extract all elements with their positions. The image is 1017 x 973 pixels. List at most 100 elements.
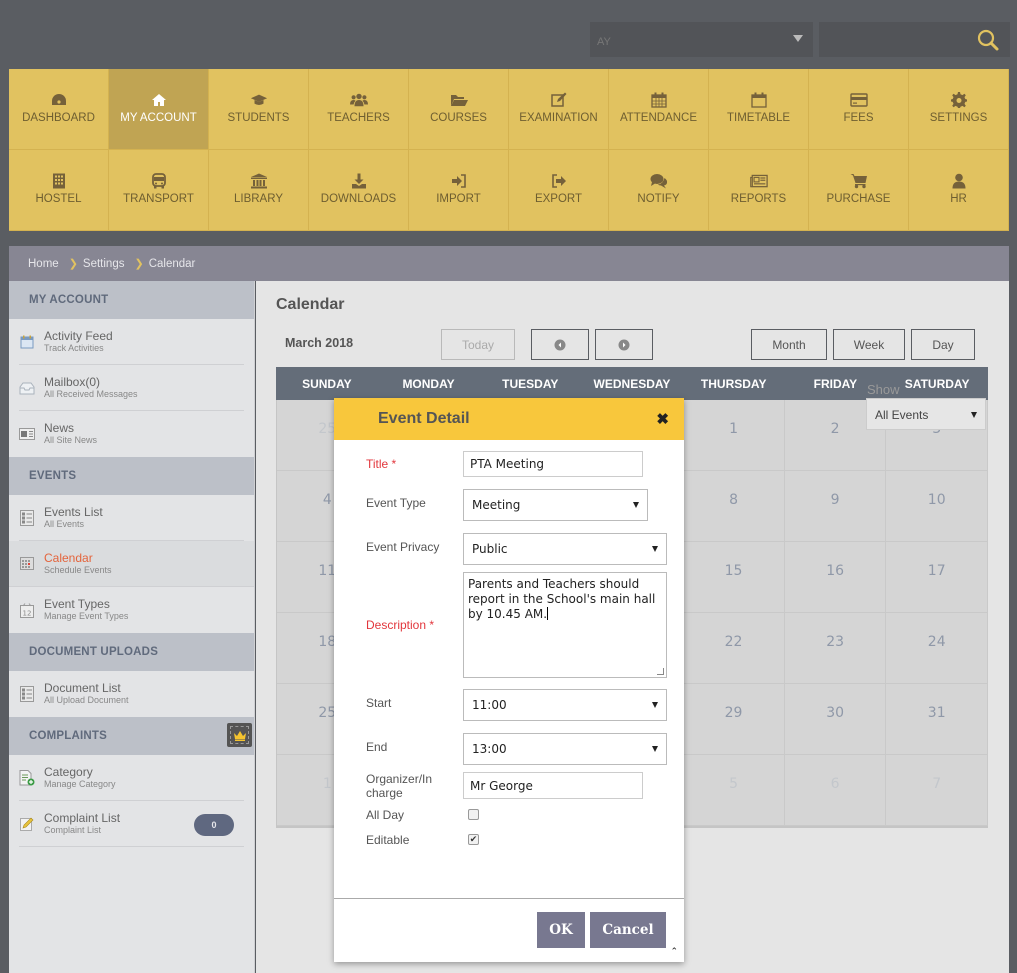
- nav-item-settings[interactable]: SETTINGS: [909, 69, 1009, 150]
- calendar-day-cell[interactable]: 24: [886, 613, 988, 684]
- chevron-up-icon[interactable]: ⌃: [670, 946, 678, 957]
- academic-year-select[interactable]: AY: [590, 22, 813, 57]
- item-subtitle: All Site News: [44, 435, 98, 445]
- event-privacy-select[interactable]: Public: [463, 533, 667, 565]
- nav-item-hostel[interactable]: HOSTEL: [9, 150, 109, 231]
- title-input[interactable]: PTA Meeting: [463, 451, 643, 477]
- close-icon[interactable]: ✖: [656, 410, 669, 428]
- gear-icon-glyph: [950, 92, 967, 108]
- item-title: Calendar: [44, 550, 93, 565]
- calendar-day-cell[interactable]: 1: [683, 400, 785, 471]
- week-view-button[interactable]: Week: [833, 329, 905, 360]
- nav-item-label: EXPORT: [534, 193, 583, 205]
- nav-item-students[interactable]: STUDENTS: [209, 69, 309, 150]
- nav-item-label: IMPORT: [436, 193, 481, 205]
- calendar-day-cell[interactable]: 22: [683, 613, 785, 684]
- calendar-day-cell[interactable]: 8: [683, 471, 785, 542]
- sidebar-item-document-list[interactable]: Document List All Upload Document: [19, 671, 244, 717]
- calendar-day-cell[interactable]: 16: [784, 542, 887, 613]
- crown-button[interactable]: [227, 723, 252, 747]
- sidebar-item-event-types[interactable]: 12 Event Types Manage Event Types: [19, 587, 244, 633]
- sidebar-item-events-list[interactable]: Events List All Events: [19, 495, 244, 541]
- start-time-select[interactable]: 11:00: [463, 689, 667, 721]
- nav-item-fees[interactable]: FEES: [809, 69, 909, 150]
- calendar-day-cell[interactable]: 15: [683, 542, 785, 613]
- today-button[interactable]: Today: [441, 329, 515, 360]
- sidebar-item-mailbox[interactable]: Mailbox(0) All Received Messages: [19, 365, 244, 411]
- nav-item-teachers[interactable]: TEACHERS: [309, 69, 409, 150]
- item-subtitle: All Events: [44, 518, 85, 529]
- day-number: 6: [830, 776, 840, 792]
- organizer-label: Organizer/In charge: [366, 772, 432, 800]
- nav-item-courses[interactable]: COURSES: [409, 69, 509, 150]
- nav-item-hr[interactable]: HR: [909, 150, 1009, 231]
- nav-item-reports[interactable]: REPORTS: [709, 150, 809, 231]
- search-icon[interactable]: [976, 28, 1000, 52]
- newspaper-icon-glyph: [749, 174, 768, 188]
- prev-month-button[interactable]: [531, 329, 589, 360]
- calendar-day-cell[interactable]: 17: [886, 542, 988, 613]
- cart-icon: [850, 173, 868, 189]
- nav-item-purchase[interactable]: PURCHASE: [809, 150, 909, 231]
- text-cursor: [547, 607, 549, 620]
- month-view-button[interactable]: Month: [751, 329, 827, 360]
- nav-item-examination[interactable]: EXAMINATION: [509, 69, 609, 150]
- day-number: 2: [830, 421, 840, 437]
- calendar-day-cell[interactable]: 31: [886, 684, 988, 755]
- sidebar-heading-complaints: COMPLAINTS: [9, 717, 254, 755]
- day-view-button[interactable]: Day: [911, 329, 975, 360]
- sidebar-item-category[interactable]: Category Manage Category: [19, 755, 244, 801]
- nav-item-my-account[interactable]: MY ACCOUNT: [109, 69, 209, 150]
- bus-icon: [150, 173, 168, 189]
- nav-item-downloads[interactable]: DOWNLOADS: [309, 150, 409, 231]
- event-detail-modal: Event Detail ✖ Title * PTA Meeting Event…: [334, 398, 684, 962]
- folder-open-icon: [450, 92, 468, 108]
- start-label: Start: [366, 696, 392, 710]
- nav-item-timetable[interactable]: TIMETABLE: [709, 69, 809, 150]
- nav-item-library[interactable]: LIBRARY: [209, 150, 309, 231]
- crown-icon: [233, 730, 246, 741]
- sidebar-item-calendar[interactable]: Calendar Schedule Events: [9, 541, 254, 587]
- calendar-day-cell[interactable]: 10: [886, 471, 988, 542]
- cancel-button[interactable]: Cancel: [590, 912, 666, 948]
- sidebar-item-news[interactable]: News All Site News: [19, 411, 244, 457]
- item-subtitle: Complaint List: [44, 824, 102, 835]
- next-month-button[interactable]: [595, 329, 653, 360]
- organizer-input[interactable]: Mr George: [463, 772, 643, 799]
- sign-in-icon: [450, 173, 468, 189]
- event-type-select[interactable]: Meeting: [463, 489, 648, 521]
- search-input[interactable]: [819, 22, 1010, 57]
- calendar-day-cell[interactable]: 29: [683, 684, 785, 755]
- chevron-right-circle-icon: [618, 339, 630, 350]
- resize-handle-icon[interactable]: [657, 668, 664, 675]
- item-title: Events List: [44, 504, 103, 519]
- nav-item-import[interactable]: IMPORT: [409, 150, 509, 231]
- heading-label: DOCUMENT UPLOADS: [29, 646, 159, 658]
- calendar-day-cell[interactable]: 30: [784, 684, 887, 755]
- nav-item-transport[interactable]: TRANSPORT: [109, 150, 209, 231]
- nav-item-label: LIBRARY: [233, 193, 283, 205]
- heading-label: MY ACCOUNT: [29, 294, 109, 306]
- nav-item-attendance[interactable]: ATTENDANCE: [609, 69, 709, 150]
- nav-item-export[interactable]: EXPORT: [509, 150, 609, 231]
- sidebar-item-complaint-list[interactable]: Complaint List Complaint List 0: [19, 801, 244, 847]
- all-day-checkbox[interactable]: [468, 809, 479, 820]
- calendar-day-cell[interactable]: 6: [784, 755, 887, 826]
- end-label: End: [366, 740, 388, 754]
- calendar-day-cell[interactable]: 5: [683, 755, 785, 826]
- breadcrumb-home[interactable]: Home: [28, 258, 59, 270]
- item-title: News: [44, 421, 75, 435]
- nav-item-notify[interactable]: NOTIFY: [609, 150, 709, 231]
- calendar-day-cell[interactable]: 7: [886, 755, 988, 826]
- calendar-day-cell[interactable]: 23: [784, 613, 887, 684]
- show-filter-select[interactable]: All Events: [866, 398, 986, 430]
- editable-checkbox[interactable]: ✔: [468, 834, 479, 845]
- nav-item-dashboard[interactable]: DASHBOARD: [9, 69, 109, 150]
- sidebar-item-activity-feed[interactable]: Activity Feed Track Activities: [19, 319, 244, 365]
- breadcrumb-settings[interactable]: Settings: [83, 258, 125, 270]
- description-textarea[interactable]: Parents and Teachers should report in th…: [463, 572, 667, 678]
- end-time-select[interactable]: 13:00: [463, 733, 667, 765]
- ok-button[interactable]: OK: [537, 912, 585, 948]
- calendar-day-cell[interactable]: 9: [784, 471, 887, 542]
- weekday-monday: MONDAY: [402, 376, 455, 391]
